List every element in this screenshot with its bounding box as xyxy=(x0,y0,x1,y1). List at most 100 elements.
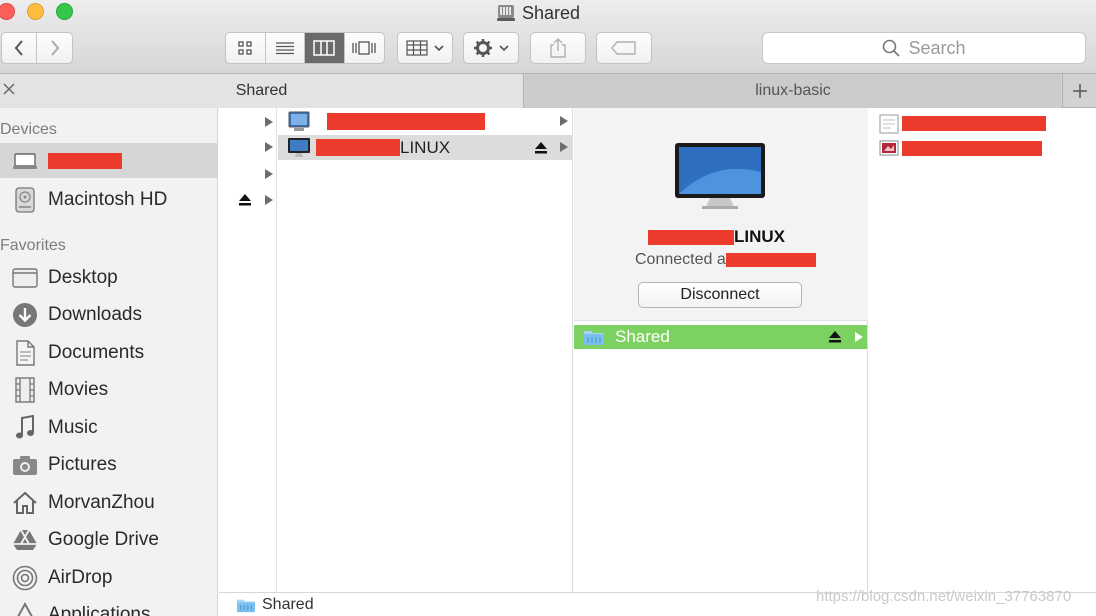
column-4 xyxy=(869,108,1096,592)
google-drive-icon xyxy=(12,527,38,553)
sidebar-item-label: Applications xyxy=(48,603,151,616)
monitor-icon xyxy=(288,137,310,157)
home-icon xyxy=(12,490,38,516)
search-field[interactable]: Search xyxy=(762,32,1086,64)
list-item-label: Shared xyxy=(615,327,670,346)
airdrop-icon xyxy=(12,565,38,591)
chevron-right-icon xyxy=(50,40,59,56)
window-titlebar: Shared Search xyxy=(0,0,1096,74)
downloads-icon xyxy=(12,302,38,328)
sidebar-heading-favorites: Favorites xyxy=(0,237,66,254)
list-icon xyxy=(275,42,294,55)
sidebar-item-pictures[interactable]: Pictures xyxy=(0,447,217,482)
desktop-icon xyxy=(12,265,38,291)
disclosure-arrow-icon[interactable] xyxy=(265,169,273,179)
sidebar-item-this-mac[interactable] xyxy=(0,143,217,178)
column-view-button[interactable] xyxy=(305,33,345,63)
disclosure-arrow-icon[interactable] xyxy=(265,117,273,127)
back-button[interactable] xyxy=(2,33,37,63)
sidebar-heading-devices: Devices xyxy=(0,121,57,138)
sidebar-item-label: MorvanZhou xyxy=(48,491,155,513)
search-placeholder: Search xyxy=(908,37,966,58)
sidebar-item-label: Macintosh HD xyxy=(48,188,168,210)
sidebar-item-music[interactable]: Music xyxy=(0,410,217,445)
sidebar-item-label: Desktop xyxy=(48,266,118,288)
disclosure-arrow-icon xyxy=(560,116,568,126)
documents-icon xyxy=(12,339,38,366)
sidebar-item-macintosh-hd[interactable]: Macintosh HD xyxy=(0,182,217,217)
sidebar-item-label: AirDrop xyxy=(48,566,113,588)
connection-status: Connected a xyxy=(635,251,816,269)
disclosure-arrow-icon[interactable] xyxy=(265,142,273,152)
list-item-selected[interactable]: Shared xyxy=(574,325,867,349)
redacted-server-title xyxy=(648,229,734,245)
server-title: LINUX xyxy=(648,227,785,247)
tags-button[interactable] xyxy=(596,32,652,64)
list-item[interactable] xyxy=(869,136,1096,161)
sidebar-item-google-drive[interactable]: Google Drive xyxy=(0,522,217,557)
forward-button[interactable] xyxy=(37,33,72,63)
music-icon xyxy=(12,414,38,441)
chevron-left-icon xyxy=(14,40,23,56)
cover-flow-view-button[interactable] xyxy=(345,33,384,63)
redacted-device-name xyxy=(48,152,122,169)
tab-label: Shared xyxy=(235,82,288,99)
applications-icon xyxy=(12,601,38,616)
close-window-button[interactable] xyxy=(0,3,15,20)
window-title: Shared xyxy=(496,1,580,25)
list-view-button[interactable] xyxy=(266,33,305,63)
redacted-server-name xyxy=(327,113,485,130)
sidebar-item-documents[interactable]: Documents xyxy=(0,335,217,370)
column-1 xyxy=(219,108,277,592)
tab-shared[interactable]: Shared xyxy=(0,74,524,108)
disclosure-arrow-icon xyxy=(560,142,568,152)
action-button[interactable] xyxy=(463,32,519,64)
disconnect-button[interactable]: Disconnect xyxy=(638,282,802,308)
tag-icon xyxy=(611,41,636,55)
icon-view-button[interactable] xyxy=(226,33,266,63)
column-3: LINUX Connected a Disconnect Shared xyxy=(574,108,868,592)
path-bar-label[interactable]: Shared xyxy=(262,596,314,614)
minimize-window-button[interactable] xyxy=(27,3,44,20)
chevron-down-icon xyxy=(499,45,509,52)
list-item[interactable] xyxy=(869,111,1096,136)
new-tab-button[interactable] xyxy=(1062,74,1096,108)
sidebar-item-airdrop[interactable]: AirDrop xyxy=(0,560,217,595)
sidebar-item-home[interactable]: MorvanZhou xyxy=(0,485,217,520)
gear-icon xyxy=(474,39,492,57)
sidebar-item-label: Downloads xyxy=(48,303,142,325)
list-item-selected[interactable]: LINUX xyxy=(278,135,572,160)
sidebar: Devices Macintosh HD Favorites Desktop D… xyxy=(0,108,218,616)
tab-label: linux-basic xyxy=(755,82,831,99)
column-2: LINUX xyxy=(278,108,573,592)
large-monitor-icon xyxy=(675,143,765,209)
sidebar-item-movies[interactable]: Movies xyxy=(0,372,217,407)
tab-linux-basic[interactable]: linux-basic xyxy=(525,74,1061,108)
list-item-label: LINUX xyxy=(400,137,451,157)
sidebar-item-applications[interactable]: Applications xyxy=(0,597,217,616)
share-button[interactable] xyxy=(530,32,586,64)
png-file-icon xyxy=(879,114,899,133)
shared-folder-icon xyxy=(584,331,604,345)
list-item[interactable] xyxy=(278,109,572,134)
sidebar-item-label: Documents xyxy=(48,341,145,363)
eject-icon[interactable] xyxy=(534,141,548,154)
disclosure-arrow-icon[interactable] xyxy=(265,195,273,205)
pictures-icon xyxy=(12,452,38,478)
close-tab-icon[interactable] xyxy=(2,82,18,98)
redacted-file-name xyxy=(902,141,1042,156)
redacted-connection-user xyxy=(725,253,816,267)
redacted-machine-name xyxy=(316,139,400,156)
tab-bar: Shared linux-basic xyxy=(0,74,1096,108)
sidebar-item-downloads[interactable]: Downloads xyxy=(0,297,217,332)
zoom-window-button[interactable] xyxy=(56,3,73,20)
arrange-grid-icon xyxy=(406,40,428,56)
search-icon xyxy=(883,39,901,57)
eject-icon[interactable] xyxy=(238,193,252,206)
redacted-file-name xyxy=(902,116,1046,131)
arrange-button[interactable] xyxy=(397,32,453,64)
eject-icon[interactable] xyxy=(828,330,842,343)
sidebar-item-desktop[interactable]: Desktop xyxy=(0,260,217,295)
sidebar-item-label: Music xyxy=(48,416,98,438)
server-title-suffix: LINUX xyxy=(734,227,785,246)
